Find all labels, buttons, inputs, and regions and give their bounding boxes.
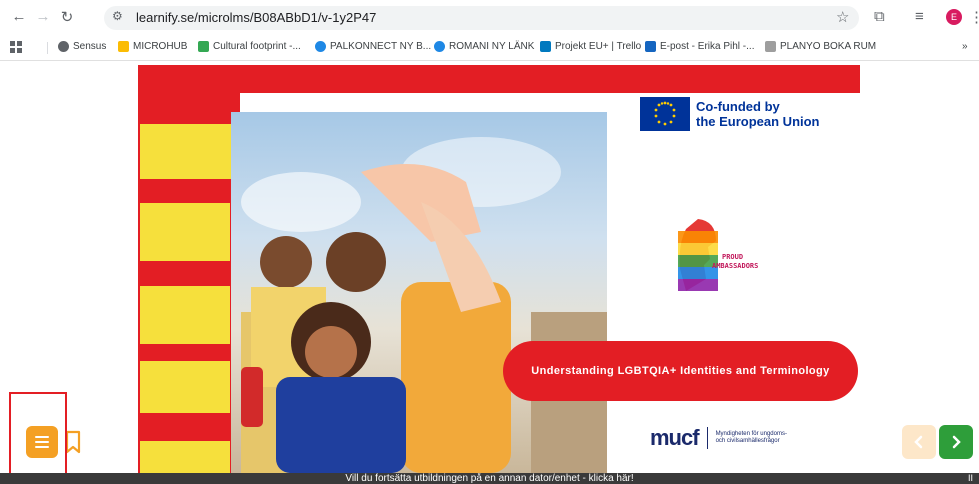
kebab-menu-icon[interactable]: ⋮ [969, 8, 979, 26]
yellow-bar-3 [140, 286, 230, 344]
yellow-bar-2 [140, 203, 230, 261]
bookmark-epost[interactable]: E-post - Erika Pihl -... [645, 41, 754, 52]
eu-funding-logo: Co-funded by the European Union [640, 97, 820, 131]
red-top-stripe [138, 65, 860, 93]
next-slide-button[interactable] [939, 425, 973, 459]
bookmark-trello[interactable]: Projekt EU+ | Trello [540, 41, 641, 52]
banner-pause-icon[interactable]: II [968, 473, 973, 484]
yellow-bar-5 [140, 441, 230, 473]
cloud-icon [434, 41, 445, 52]
mucf-divider [706, 427, 708, 449]
bookmark-sensus[interactable]: Sensus [58, 41, 106, 52]
chevron-right-icon [952, 435, 961, 449]
banner-text[interactable]: Vill du fortsätta utbildningen på en ann… [345, 473, 633, 484]
bookmark-planyo[interactable]: PLANYO BOKA RUM [765, 41, 876, 52]
bookmark-palkonnect[interactable]: PALKONNECT NY B... [315, 41, 431, 52]
cloud-icon [315, 41, 326, 52]
docs-icon [198, 41, 209, 52]
outlook-icon [645, 41, 656, 52]
planyo-icon [765, 41, 776, 52]
eu-flag-icon [640, 97, 690, 131]
extensions-icon[interactable]: ⧉ [874, 8, 885, 25]
reload-icon[interactable]: ↻ [58, 8, 76, 26]
sensus-icon [58, 41, 69, 52]
lesson-slide: Co-funded by the European Union PROUD AM… [0, 61, 979, 473]
url-text: learnify.se/microlms/B08ABbD1/v-1y2P47 [136, 10, 377, 25]
highlight-box [9, 392, 67, 473]
apps-grid-icon[interactable] [10, 41, 22, 53]
yellow-bar-4 [140, 361, 230, 413]
media-controls-icon[interactable]: ≡ [915, 8, 924, 25]
bookmark-romani[interactable]: ROMANI NY LÄNK [434, 41, 534, 52]
continue-on-other-device-banner[interactable]: Vill du fortsätta utbildningen på en ann… [0, 473, 979, 484]
bookmark-cultural-footprint[interactable]: Cultural footprint -... [198, 41, 301, 52]
lesson-title: Understanding LGBTQIA+ Identities and Te… [531, 365, 830, 377]
site-info-icon[interactable]: ⚙ [112, 9, 123, 23]
profile-avatar[interactable]: E [946, 9, 962, 25]
bookmarks-bar: Sensus MICROHUB Cultural footprint -... … [0, 36, 979, 61]
bookmarks-separator [47, 42, 48, 54]
star-bookmark-icon[interactable]: ☆ [836, 8, 849, 26]
drive-icon [118, 41, 129, 52]
eu-funding-text: Co-funded by the European Union [696, 99, 820, 129]
mucf-logo: mucf Myndigheten för ungdoms- och civils… [650, 425, 787, 450]
bookmark-microhub[interactable]: MICROHUB [118, 41, 187, 52]
back-arrow-icon[interactable]: ← [10, 8, 28, 25]
previous-slide-button[interactable] [902, 425, 936, 459]
hero-photo [231, 112, 607, 473]
trello-icon [540, 41, 551, 52]
more-bookmarks-button[interactable]: » [962, 41, 968, 52]
forward-arrow-icon[interactable]: → [34, 8, 52, 25]
mucf-subtitle: Myndigheten för ungdoms- och civilsamhäl… [715, 431, 787, 444]
lesson-title-pill: Understanding LGBTQIA+ Identities and Te… [503, 341, 858, 401]
browser-toolbar: ← → ↻ ⚙ learnify.se/microlms/B08ABbD1/v-… [0, 0, 979, 36]
proud-ambassadors-text: PROUD AMBASSADORS [712, 253, 759, 270]
chevron-left-icon [914, 435, 923, 449]
